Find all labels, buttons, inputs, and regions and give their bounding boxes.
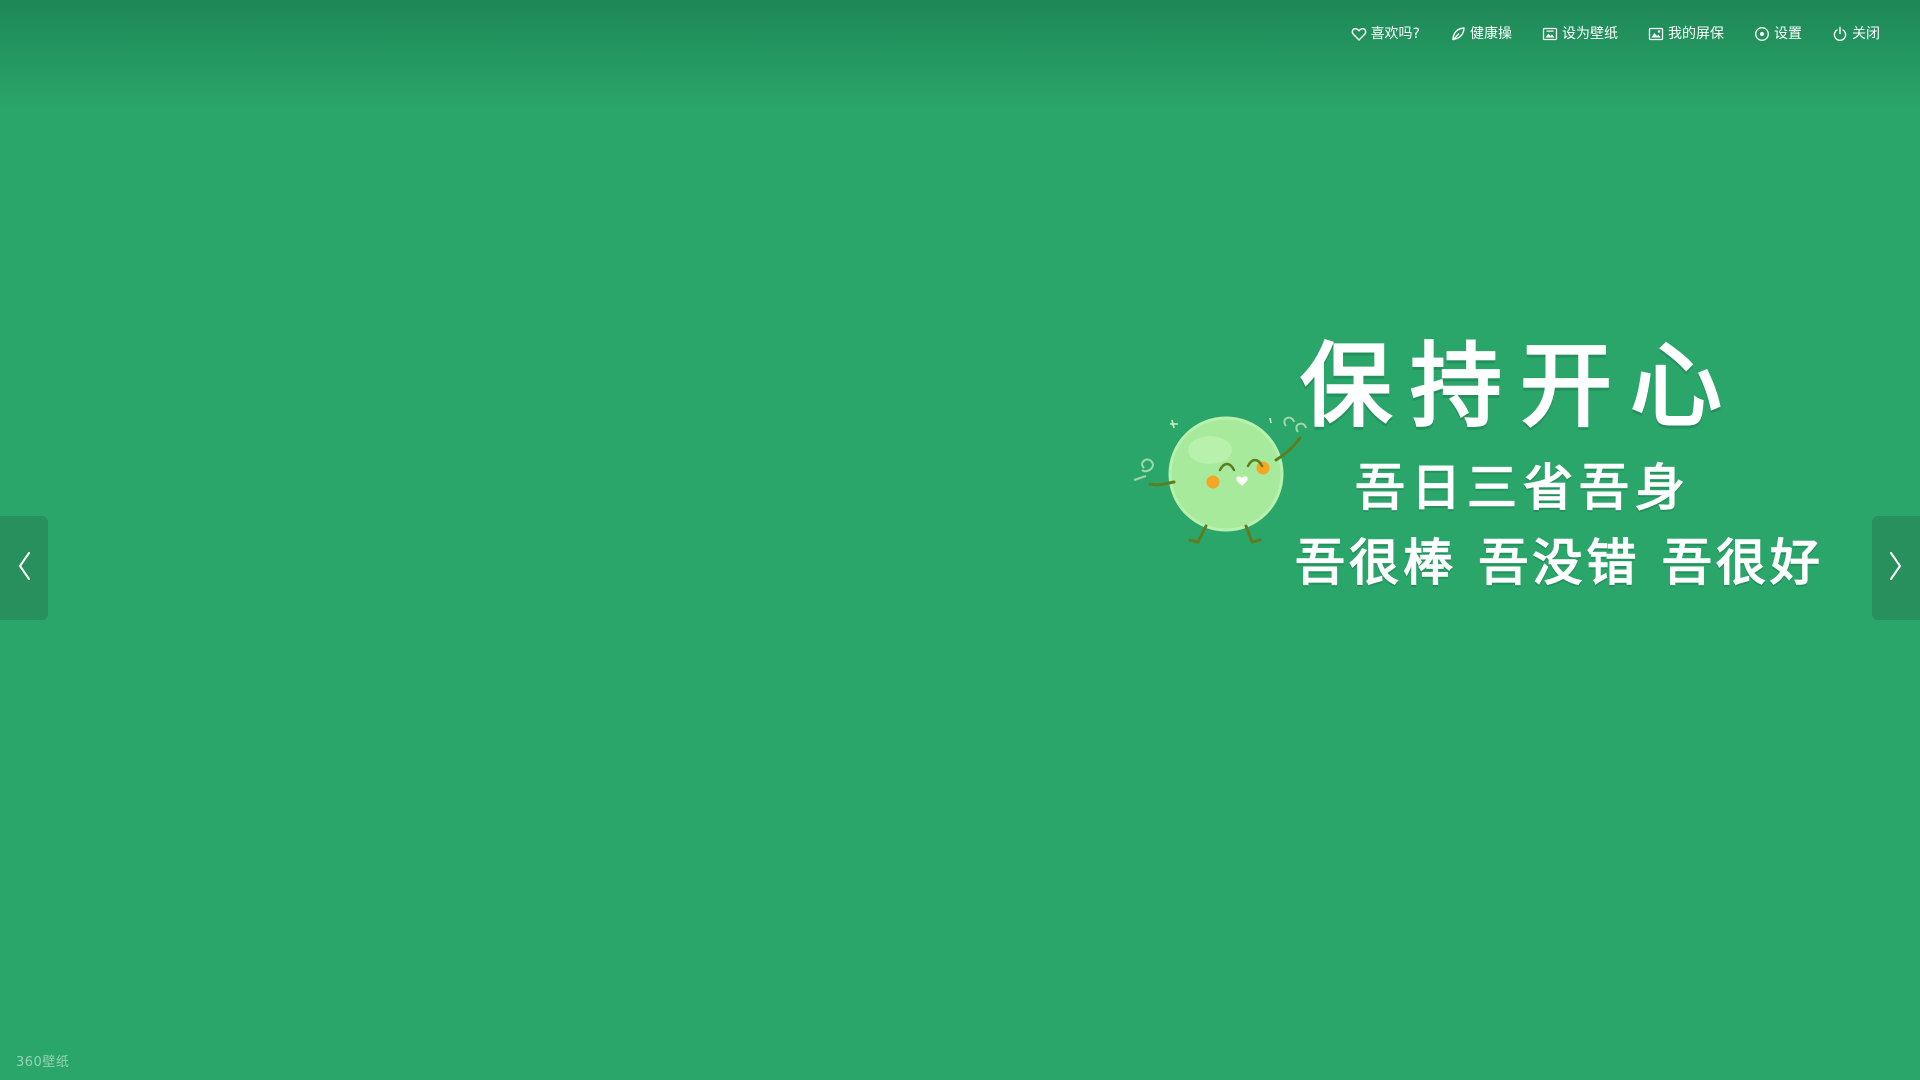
screensaver-screen: 喜欢吗? 健康操 设为壁纸 我的屏保 设置 关闭 保持开心 吾日三省吾身 吾很棒… <box>0 0 1920 1080</box>
like-label: 喜欢吗? <box>1370 26 1420 42</box>
subline-first: 吾日三省吾身 <box>1355 459 1691 517</box>
brand-watermark: 360壁纸 <box>16 1055 70 1070</box>
my-screensaver-label: 我的屏保 <box>1668 26 1724 42</box>
settings-icon <box>1754 26 1770 42</box>
subline-second: 吾很棒 吾没错 吾很好 <box>1295 534 1824 592</box>
smiling-green-ball-icon <box>1130 410 1320 550</box>
health-exercise-button[interactable]: 健康操 <box>1450 26 1512 42</box>
headline: 保持开心 <box>1300 333 1741 440</box>
previous-wallpaper-button[interactable] <box>0 516 48 620</box>
settings-button[interactable]: 设置 <box>1754 26 1802 42</box>
close-label: 关闭 <box>1852 26 1880 42</box>
wallpaper-icon <box>1542 26 1558 42</box>
health-exercise-label: 健康操 <box>1470 26 1512 42</box>
set-wallpaper-button[interactable]: 设为壁纸 <box>1542 26 1618 42</box>
image-icon <box>1648 26 1664 42</box>
my-screensaver-button[interactable]: 我的屏保 <box>1648 26 1724 42</box>
heart-icon <box>1351 26 1367 42</box>
close-button[interactable]: 关闭 <box>1832 26 1880 42</box>
chevron-left-icon <box>15 549 33 587</box>
toolbar: 喜欢吗? 健康操 设为壁纸 我的屏保 设置 关闭 <box>1351 26 1880 42</box>
set-wallpaper-label: 设为壁纸 <box>1562 26 1618 42</box>
chevron-right-icon <box>1887 549 1905 587</box>
settings-label: 设置 <box>1774 26 1802 42</box>
wallpaper-artwork: 保持开心 吾日三省吾身 吾很棒 吾没错 吾很好 <box>1130 330 1850 620</box>
top-gradient <box>0 0 1920 110</box>
next-wallpaper-button[interactable] <box>1872 516 1920 620</box>
like-button[interactable]: 喜欢吗? <box>1351 26 1420 42</box>
power-icon <box>1832 26 1848 42</box>
leaf-icon <box>1450 26 1466 42</box>
